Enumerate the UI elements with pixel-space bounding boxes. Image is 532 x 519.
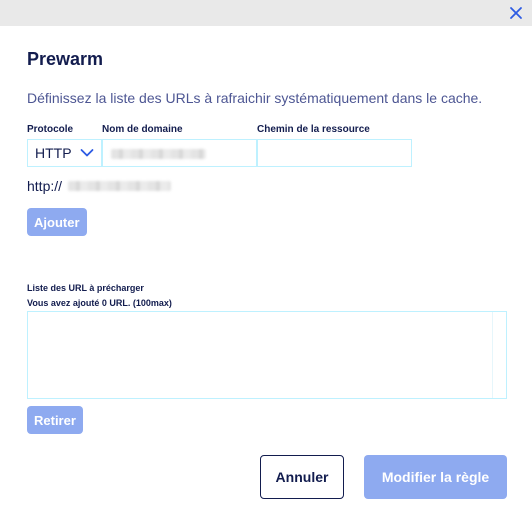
domain-input[interactable] — [102, 139, 257, 167]
dialog-subtitle: Définissez la liste des URLs à rafraichi… — [27, 90, 483, 106]
dialog-title: Prewarm — [27, 49, 104, 69]
protocol-label: Protocole — [27, 124, 74, 135]
chevron-down-icon — [80, 149, 94, 157]
url-count-text: Vous avez ajouté 0 URL. (100max) — [27, 298, 172, 308]
protocol-select[interactable]: HTTP — [27, 139, 102, 167]
dialog-top-bar — [0, 0, 532, 26]
domain-label: Nom de domaine — [102, 124, 183, 135]
url-preview-prefix: http:// — [27, 178, 63, 194]
redacted-domain-value — [111, 149, 206, 159]
url-list-box[interactable] — [27, 311, 507, 399]
url-list-scrollbar[interactable] — [492, 312, 506, 398]
protocol-selected-value: HTTP — [35, 145, 72, 161]
redacted-url-preview — [68, 181, 171, 191]
close-icon — [510, 7, 522, 19]
path-label: Chemin de la ressource — [257, 124, 370, 135]
add-button[interactable]: Ajouter — [27, 208, 87, 236]
remove-button[interactable]: Retirer — [27, 406, 83, 434]
cancel-button[interactable]: Annuler — [260, 455, 344, 499]
submit-rule-button[interactable]: Modifier la règle — [364, 455, 507, 499]
url-list-label: Liste des URL à précharger — [27, 283, 144, 293]
close-button[interactable] — [507, 4, 525, 22]
path-input[interactable] — [257, 139, 412, 167]
